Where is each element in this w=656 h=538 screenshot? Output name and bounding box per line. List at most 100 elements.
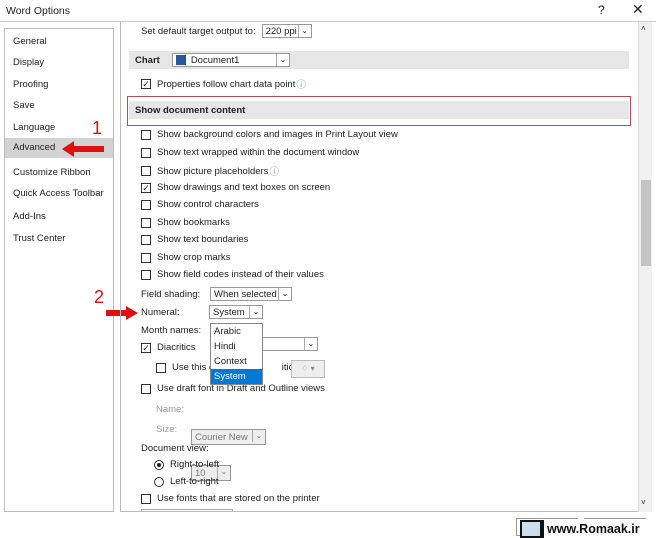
properties-follow-label: Properties follow chart data point bbox=[157, 78, 296, 90]
option-show-background[interactable]: Show background colors and images in Pri… bbox=[141, 129, 398, 140]
field-shading-value: When selected bbox=[214, 288, 277, 300]
chart-document-value: Document1 bbox=[190, 54, 240, 66]
radio-selected[interactable] bbox=[154, 459, 164, 470]
ltr-radio[interactable]: Left-to-right bbox=[154, 476, 219, 487]
scroll-down-icon[interactable]: ˅ bbox=[641, 498, 646, 507]
option-show-text-wrapped[interactable]: Show text wrapped within the document wi… bbox=[141, 147, 359, 158]
option-label: Show bookmarks bbox=[157, 217, 230, 228]
sidebar-item-proofing[interactable]: Proofing bbox=[13, 79, 48, 90]
color-picker-button[interactable]: ♢ ▾ bbox=[291, 360, 325, 378]
option-show-bookmarks[interactable]: Show bookmarks bbox=[141, 217, 230, 228]
sidebar-item-display[interactable]: Display bbox=[13, 57, 44, 68]
field-shading-label: Field shading: bbox=[141, 289, 201, 300]
sidebar-item-trust-center[interactable]: Trust Center bbox=[13, 233, 65, 244]
diacritics-checkbox[interactable]: ✓ Diacritics bbox=[141, 342, 196, 353]
numeral-label: Numeral: bbox=[141, 307, 180, 318]
sidebar-item-general[interactable]: General bbox=[13, 36, 47, 47]
printer-fonts-checkbox[interactable]: Use fonts that are stored on the printer bbox=[141, 493, 320, 504]
word-document-icon bbox=[175, 55, 186, 65]
checkbox[interactable] bbox=[141, 383, 151, 394]
option-show-field-codes[interactable]: Show field codes instead of their values bbox=[141, 269, 324, 280]
use-this-color-label: Use this c bbox=[172, 362, 214, 373]
sidebar-item-customize-ribbon[interactable]: Customize Ribbon bbox=[13, 167, 91, 178]
option-label: Show text wrapped within the document wi… bbox=[157, 147, 360, 158]
properties-follow-checkbox[interactable]: ✓ Properties follow chart data point ⓘ bbox=[141, 77, 306, 91]
default-output-select[interactable]: 220 ppi ⌄ bbox=[261, 24, 312, 38]
numeral-dropdown-list: Arabic Hindi Context System bbox=[210, 323, 263, 385]
option-label: Show drawings and text boxes on screen bbox=[157, 182, 331, 193]
option-label: Show background colors and images in Pri… bbox=[157, 129, 398, 140]
chevron-down-icon: ⌄ bbox=[252, 430, 265, 442]
radio[interactable] bbox=[154, 476, 164, 487]
numeral-option-arabic[interactable]: Arabic bbox=[211, 324, 262, 339]
checkbox[interactable] bbox=[141, 199, 151, 210]
size-label: Size: bbox=[156, 424, 178, 435]
chart-section-header: Chart Document1 ⌄ bbox=[129, 51, 629, 69]
chevron-down-icon: ⌄ bbox=[304, 338, 317, 350]
info-icon: ⓘ bbox=[296, 80, 306, 91]
numeral-option-context[interactable]: Context bbox=[211, 354, 262, 369]
checkbox[interactable] bbox=[141, 129, 151, 140]
chart-label: Chart bbox=[135, 54, 160, 66]
default-output-value: 220 ppi bbox=[265, 25, 297, 37]
close-button[interactable]: ✕ bbox=[632, 1, 644, 18]
option-label: Show crop marks bbox=[157, 252, 231, 263]
help-button[interactable]: ? bbox=[598, 3, 605, 17]
option-label: Show picture placeholders bbox=[157, 165, 269, 177]
watermark: www.Romaak.ir bbox=[520, 519, 656, 538]
option-label: Show control characters bbox=[157, 199, 259, 210]
annotation-step-1: 1 bbox=[92, 118, 103, 138]
checkbox[interactable] bbox=[156, 362, 166, 373]
option-label: Show text boundaries bbox=[157, 234, 249, 245]
logo-icon bbox=[520, 519, 544, 538]
checkbox[interactable] bbox=[141, 234, 151, 245]
checkbox[interactable] bbox=[141, 147, 151, 158]
vertical-scrollbar[interactable]: ˄ ˅ bbox=[638, 22, 652, 512]
rtl-label: Right-to-left bbox=[170, 459, 220, 470]
option-show-control-characters[interactable]: Show control characters bbox=[141, 199, 259, 210]
chevron-down-icon: ⌄ bbox=[297, 25, 311, 37]
paint-bucket-icon: ♢ ▾ bbox=[301, 364, 315, 373]
options-panel: Set default target output to: 220 ppi ⌄ C… bbox=[120, 22, 638, 512]
checkbox[interactable] bbox=[141, 217, 151, 228]
checkbox-checked[interactable]: ✓ bbox=[141, 79, 151, 89]
checkbox[interactable] bbox=[141, 252, 151, 263]
checkbox[interactable] bbox=[141, 269, 151, 280]
red-arrow-icon bbox=[62, 141, 104, 157]
scroll-up-icon[interactable]: ˄ bbox=[641, 24, 646, 33]
annotation-step-2: 2 bbox=[94, 287, 105, 307]
option-show-picture-placeholders[interactable]: Show picture placeholders ⓘ bbox=[141, 164, 279, 178]
option-show-crop-marks[interactable]: Show crop marks bbox=[141, 252, 230, 263]
option-show-text-boundaries[interactable]: Show text boundaries bbox=[141, 234, 248, 245]
field-shading-select[interactable]: When selected ⌄ bbox=[210, 287, 292, 301]
sidebar-item-add-ins[interactable]: Add-Ins bbox=[13, 211, 46, 222]
checkbox-checked[interactable]: ✓ bbox=[141, 342, 151, 353]
partial-control bbox=[141, 509, 233, 511]
watermark-text: www.Romaak.ir bbox=[547, 521, 640, 536]
month-names-label: Month names: bbox=[141, 325, 202, 336]
numeral-option-system[interactable]: System bbox=[211, 369, 262, 384]
chevron-down-icon: ⌄ bbox=[249, 306, 262, 318]
numeral-value: System bbox=[213, 306, 245, 318]
checkbox-checked[interactable]: ✓ bbox=[141, 182, 151, 193]
option-label: Show field codes instead of their values bbox=[157, 269, 324, 280]
sidebar-item-language[interactable]: Language bbox=[13, 122, 55, 133]
rtl-radio[interactable]: Right-to-left bbox=[154, 459, 219, 470]
checkbox[interactable] bbox=[141, 166, 151, 176]
checkbox[interactable] bbox=[141, 493, 151, 504]
sidebar-item-save[interactable]: Save bbox=[13, 100, 35, 111]
font-name-value: Courier New bbox=[195, 431, 248, 443]
default-output-row: Set default target output to: 220 ppi ⌄ bbox=[141, 24, 312, 38]
chart-document-select[interactable]: Document1 ⌄ bbox=[171, 53, 290, 67]
window-title: Word Options bbox=[6, 5, 70, 17]
info-icon: ⓘ bbox=[269, 167, 279, 178]
title-bar: Word Options ? ✕ bbox=[0, 0, 656, 22]
option-show-drawings[interactable]: ✓ Show drawings and text boxes on screen bbox=[141, 182, 330, 193]
sidebar-item-quick-access-toolbar[interactable]: Quick Access Toolbar bbox=[13, 188, 104, 199]
document-view-label: Document view: bbox=[141, 443, 209, 454]
numeral-option-hindi[interactable]: Hindi bbox=[211, 339, 262, 354]
scrollbar-thumb[interactable] bbox=[641, 180, 651, 266]
sidebar: General Display Proofing Save Language A… bbox=[4, 28, 114, 512]
chevron-down-icon: ⌄ bbox=[278, 288, 291, 300]
numeral-select[interactable]: System ⌄ bbox=[209, 305, 263, 319]
